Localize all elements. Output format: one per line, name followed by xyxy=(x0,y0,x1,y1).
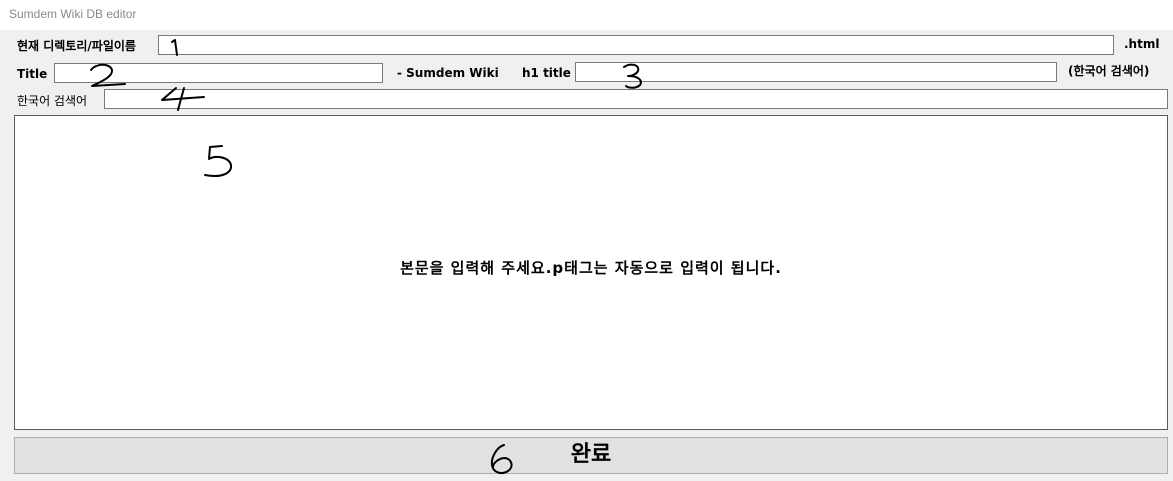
h1-title-input[interactable] xyxy=(575,62,1057,82)
korean-keyword-label: 한국어 검색어 xyxy=(17,94,88,108)
korean-keyword-input[interactable] xyxy=(104,89,1168,109)
title-input[interactable] xyxy=(54,63,383,83)
body-textarea[interactable]: 본문을 입력해 주세요.p태그는 자동으로 입력이 됩니다. xyxy=(14,115,1168,430)
filename-label: 현재 디렉토리/파일이름 xyxy=(17,39,136,53)
h1-title-label: h1 title xyxy=(522,66,571,80)
title-bar: Sumdem Wiki DB editor xyxy=(0,0,1173,30)
korean-keyword-hint: (한국어 검색어) xyxy=(1068,64,1150,78)
title-label: Title xyxy=(17,67,48,81)
html-extension-label: .html xyxy=(1124,37,1160,51)
sumdem-wiki-suffix-label: - Sumdem Wiki xyxy=(397,66,499,80)
filename-input[interactable] xyxy=(158,35,1114,55)
body-placeholder: 본문을 입력해 주세요.p태그는 자동으로 입력이 됩니다. xyxy=(400,259,782,277)
window-title: Sumdem Wiki DB editor xyxy=(9,7,137,21)
done-button[interactable]: 완료 xyxy=(14,437,1168,474)
